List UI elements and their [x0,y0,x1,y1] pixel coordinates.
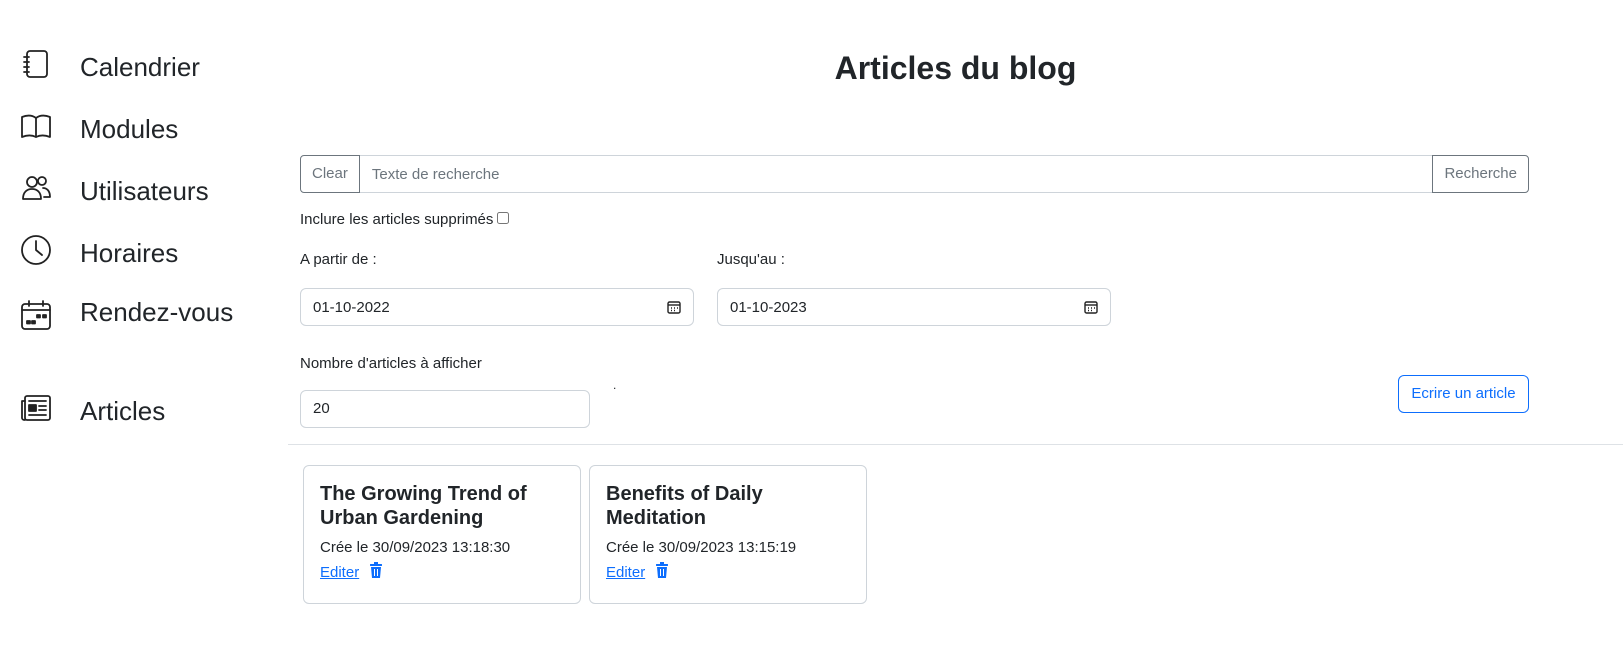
from-date-label: A partir de : [300,251,377,268]
write-article-button[interactable]: Ecrire un article [1398,375,1529,413]
include-deleted-checkbox[interactable] [497,211,510,224]
sidebar-item-label: Rendez-vous [80,297,234,327]
article-title: The Growing Trend of Urban Gardening [320,483,527,529]
sidebar-item-articles[interactable]: Articles [20,391,165,426]
clock-icon [20,233,52,267]
article-card: Benefits of Daily Meditation Crée le 30/… [589,465,867,604]
include-deleted-row: Inclure les articles supprimés [300,211,510,228]
article-actions: Editer [320,562,564,583]
article-count-label: Nombre d'articles à afficher [300,355,482,372]
to-date-value: 01-10-2023 [730,298,807,316]
book-icon [20,109,52,143]
article-card: The Growing Trend of Urban Gardening Cré… [303,465,581,604]
article-actions: Editer [606,562,850,583]
clear-button[interactable]: Clear [300,155,360,193]
edit-link[interactable]: Editer [606,564,645,581]
sidebar-item-rendez-vous[interactable]: Rendez-vous [20,292,233,332]
calendar-icon[interactable] [1084,300,1098,314]
from-date-value: 01-10-2022 [313,298,390,316]
sidebar-item-label: Utilisateurs [80,176,209,206]
sidebar: Calendrier Modules Utilisateurs Horaires… [0,0,290,656]
sidebar-item-calendrier[interactable]: Calendrier [20,47,200,82]
search-input[interactable] [359,155,1433,193]
article-title: Benefits of Daily Meditation [606,483,763,529]
sidebar-item-modules[interactable]: Modules [20,109,178,144]
people-icon [20,171,52,205]
article-count-input[interactable]: 20 [300,390,590,428]
divider [288,444,1623,445]
include-deleted-label: Inclure les articles supprimés [300,211,494,228]
sidebar-item-label: Calendrier [80,52,200,82]
to-date-label: Jusqu'au : [717,251,785,268]
journal-icon [20,47,52,81]
calendar-icon[interactable] [667,300,681,314]
search-button[interactable]: Recherche [1432,155,1529,193]
from-date-input[interactable]: 01-10-2022 [300,288,694,326]
calendar-week-icon [20,298,52,332]
edit-link[interactable]: Editer [320,564,359,581]
article-created: Crée le 30/09/2023 13:18:30 [320,539,511,556]
sidebar-item-label: Modules [80,114,179,144]
trash-icon[interactable] [369,562,383,583]
trash-icon[interactable] [655,562,669,583]
sidebar-item-label: Horaires [80,238,179,268]
stray-dot: . [613,378,617,392]
sidebar-item-label: Articles [80,396,166,426]
sidebar-item-utilisateurs[interactable]: Utilisateurs [20,171,209,206]
newspaper-icon [20,391,52,425]
sidebar-item-horaires[interactable]: Horaires [20,233,178,268]
main-content: Articles du blog Clear Recherche Inclure… [288,0,1623,656]
page-title: Articles du blog [834,50,1077,86]
to-date-input[interactable]: 01-10-2023 [717,288,1111,326]
search-bar: Clear Recherche [300,155,1529,193]
article-created: Crée le 30/09/2023 13:15:19 [606,539,797,556]
